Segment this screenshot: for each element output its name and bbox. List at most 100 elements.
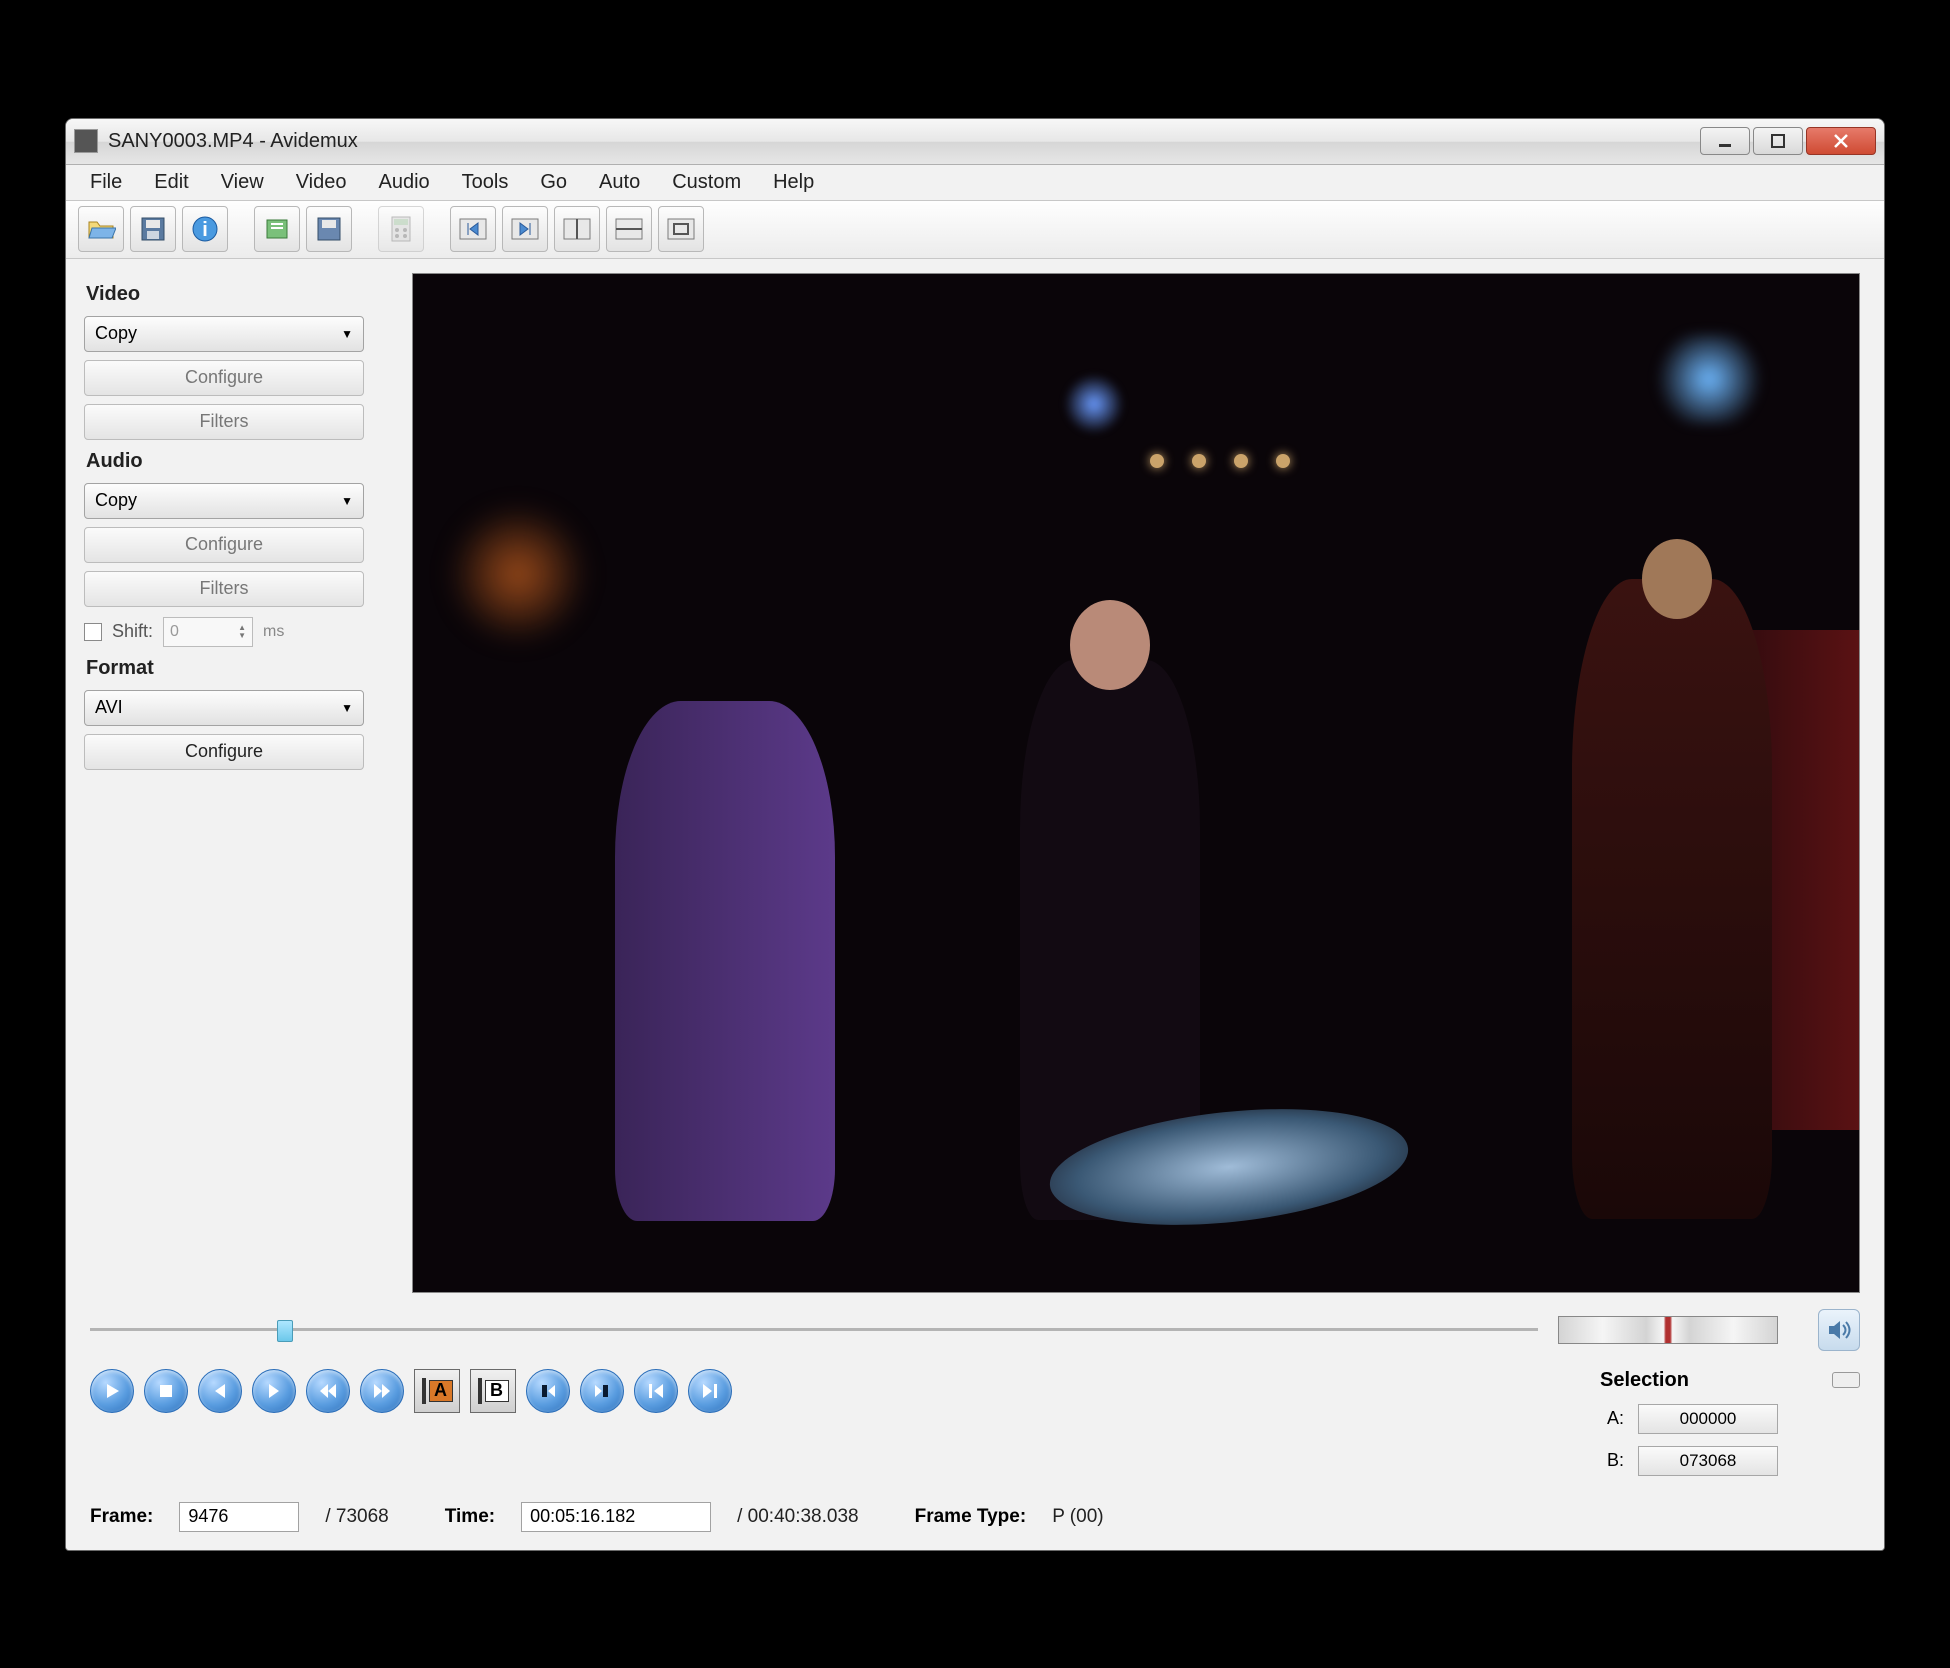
play-button[interactable] xyxy=(90,1369,134,1413)
goto-first-frame-icon xyxy=(458,217,488,241)
frame-inside-button[interactable] xyxy=(658,206,704,252)
audio-filters-button[interactable]: Filters xyxy=(84,571,364,607)
app-window: SANY0003.MP4 - Avidemux File Edit View V… xyxy=(65,118,1885,1551)
menu-custom[interactable]: Custom xyxy=(656,165,757,200)
audio-codec-dropdown[interactable]: Copy ▼ xyxy=(84,483,364,519)
menu-audio[interactable]: Audio xyxy=(363,165,446,200)
selection-b-value[interactable]: 073068 xyxy=(1638,1446,1778,1476)
first-frame-button[interactable] xyxy=(450,206,496,252)
audio-shift-row: Shift: 0 ▲▼ ms xyxy=(84,617,388,647)
format-value: AVI xyxy=(95,697,123,718)
menu-auto[interactable]: Auto xyxy=(583,165,656,200)
format-dropdown[interactable]: AVI ▼ xyxy=(84,690,364,726)
stop-icon xyxy=(158,1383,174,1399)
crop-topbottom-button[interactable] xyxy=(606,206,652,252)
titlebar: SANY0003.MP4 - Avidemux xyxy=(66,119,1884,165)
next-black-frame-button[interactable] xyxy=(580,1369,624,1413)
window-title: SANY0003.MP4 - Avidemux xyxy=(108,130,1700,153)
volume-button[interactable] xyxy=(1818,1309,1860,1351)
next-frame-button[interactable] xyxy=(252,1369,296,1413)
skip-back-icon xyxy=(318,1382,338,1400)
sidebar: Video Copy ▼ Configure Filters Audio Cop… xyxy=(66,259,406,1299)
time-input[interactable]: 00:05:16.182 xyxy=(521,1502,711,1532)
menu-video[interactable]: Video xyxy=(280,165,363,200)
maximize-button[interactable] xyxy=(1753,127,1803,155)
timeline-slider[interactable] xyxy=(90,1320,1538,1340)
info-button[interactable]: i xyxy=(182,206,228,252)
format-configure-button[interactable]: Configure xyxy=(84,734,364,770)
load-script-button[interactable] xyxy=(254,206,300,252)
video-codec-dropdown[interactable]: Copy ▼ xyxy=(84,316,364,352)
dropdown-arrow-icon: ▼ xyxy=(341,327,353,341)
arrow-right-icon xyxy=(265,1382,283,1400)
script-load-icon xyxy=(263,216,291,242)
prev-keyframe-button[interactable] xyxy=(306,1369,350,1413)
audio-configure-label: Configure xyxy=(185,534,263,555)
frame-total: / 73068 xyxy=(325,1506,388,1528)
slider-row xyxy=(90,1309,1860,1351)
time-total: / 00:40:38.038 xyxy=(737,1506,859,1528)
video-configure-label: Configure xyxy=(185,367,263,388)
audio-shift-checkbox[interactable] xyxy=(84,623,102,641)
audio-shift-value: 0 xyxy=(170,623,179,641)
video-configure-button[interactable]: Configure xyxy=(84,360,364,396)
toolbar: i xyxy=(66,201,1884,259)
menu-file[interactable]: File xyxy=(74,165,138,200)
menu-go[interactable]: Go xyxy=(524,165,583,200)
app-icon xyxy=(74,129,98,153)
selection-collapse-button[interactable] xyxy=(1832,1372,1860,1388)
frame-input[interactable]: 9476 xyxy=(179,1502,299,1532)
video-preview[interactable] xyxy=(412,273,1860,1293)
frametype-value: P (00) xyxy=(1052,1506,1103,1528)
goto-start-icon xyxy=(647,1382,665,1400)
menu-tools[interactable]: Tools xyxy=(446,165,525,200)
goto-start-button[interactable] xyxy=(634,1369,678,1413)
frametype-label: Frame Type: xyxy=(915,1506,1027,1528)
split-horizontal-icon xyxy=(614,217,644,241)
last-frame-button[interactable] xyxy=(502,206,548,252)
audio-shift-spinner[interactable]: 0 ▲▼ xyxy=(163,617,253,647)
info-icon: i xyxy=(191,215,219,243)
menu-help[interactable]: Help xyxy=(757,165,830,200)
selection-heading: Selection xyxy=(1600,1369,1689,1392)
audio-configure-button[interactable]: Configure xyxy=(84,527,364,563)
menubar: File Edit View Video Audio Tools Go Auto… xyxy=(66,165,1884,201)
controls-row: A B Selection A: 000000 B: 073068 xyxy=(90,1369,1860,1476)
prev-black-frame-button[interactable] xyxy=(526,1369,570,1413)
goto-end-icon xyxy=(701,1382,719,1400)
jog-wheel[interactable] xyxy=(1558,1316,1778,1344)
selection-a-value[interactable]: 000000 xyxy=(1638,1404,1778,1434)
audio-shift-unit: ms xyxy=(263,623,284,641)
set-marker-b-button[interactable]: B xyxy=(470,1369,516,1413)
body: Video Copy ▼ Configure Filters Audio Cop… xyxy=(66,259,1884,1299)
next-keyframe-button[interactable] xyxy=(360,1369,404,1413)
save-script-button[interactable] xyxy=(306,206,352,252)
window-controls xyxy=(1700,127,1876,155)
frame-label: Frame: xyxy=(90,1506,153,1528)
prev-black-icon xyxy=(539,1382,557,1400)
video-filters-button[interactable]: Filters xyxy=(84,404,364,440)
dropdown-arrow-icon: ▼ xyxy=(341,494,353,508)
close-button[interactable] xyxy=(1806,127,1876,155)
time-label: Time: xyxy=(445,1506,495,1528)
timeline-thumb[interactable] xyxy=(277,1320,293,1342)
format-configure-label: Configure xyxy=(185,741,263,762)
open-file-button[interactable] xyxy=(78,206,124,252)
set-marker-a-button[interactable]: A xyxy=(414,1369,460,1413)
selection-b-label: B: xyxy=(1600,1450,1624,1471)
timeline-track xyxy=(90,1328,1538,1331)
menu-edit[interactable]: Edit xyxy=(138,165,204,200)
dropdown-arrow-icon: ▼ xyxy=(341,701,353,715)
audio-section-heading: Audio xyxy=(86,450,388,473)
menu-view[interactable]: View xyxy=(205,165,280,200)
selection-a-label: A: xyxy=(1600,1408,1624,1429)
stop-button[interactable] xyxy=(144,1369,188,1413)
prev-frame-button[interactable] xyxy=(198,1369,242,1413)
calculator-button[interactable] xyxy=(378,206,424,252)
crop-sides-button[interactable] xyxy=(554,206,600,252)
goto-end-button[interactable] xyxy=(688,1369,732,1413)
playback-controls: A B xyxy=(90,1369,732,1413)
minimize-button[interactable] xyxy=(1700,127,1750,155)
save-button[interactable] xyxy=(130,206,176,252)
selection-panel: Selection A: 000000 B: 073068 xyxy=(1600,1369,1860,1476)
